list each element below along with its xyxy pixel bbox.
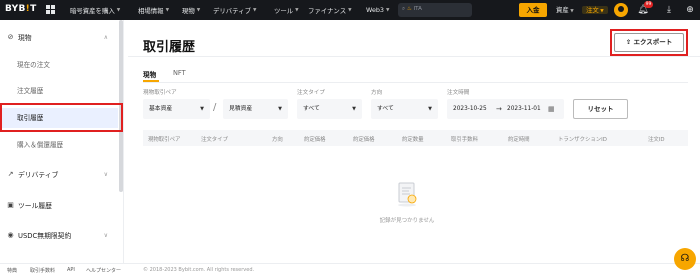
notification-badge: 99 bbox=[644, 1, 653, 8]
chevron-up-icon: ∧ bbox=[103, 33, 108, 41]
sidebar-group-usdc-perpetual[interactable]: ◉ USDC無期限契約 ∨ bbox=[0, 225, 118, 245]
filter-label-order-time: 注文時間 bbox=[447, 90, 470, 96]
nav-markets[interactable]: 相場情報 ▼ bbox=[138, 0, 169, 20]
nav-tools[interactable]: ツール ▼ bbox=[274, 0, 299, 20]
tab-spot[interactable]: 現物 bbox=[143, 69, 156, 79]
footer-link-help[interactable]: ヘルプセンター bbox=[86, 267, 121, 274]
order-type-select[interactable]: すべて ▼ bbox=[297, 99, 362, 119]
calendar-icon[interactable]: ▦ bbox=[548, 99, 555, 119]
quote-asset-select[interactable]: 見積資産 ▼ bbox=[223, 99, 288, 119]
usdc-icon: ◉ bbox=[7, 231, 14, 239]
bybit-logo[interactable]: BYB!T bbox=[5, 4, 37, 14]
globe-icon[interactable]: ⊕ bbox=[684, 4, 696, 16]
column-header: 約定価格 bbox=[353, 137, 375, 143]
column-header: 方向 bbox=[272, 137, 283, 143]
filter-label-direction: 方向 bbox=[371, 90, 383, 96]
arrow-right-icon: → bbox=[496, 105, 502, 113]
highlight-box bbox=[610, 29, 688, 56]
filter-label-pair: 現物取引ペア bbox=[143, 90, 177, 96]
nav-spot[interactable]: 現物 ▼ bbox=[182, 0, 200, 20]
page-title: 取引履歴 bbox=[143, 40, 196, 55]
search-input[interactable]: ⌕ ♨ ITA bbox=[398, 3, 472, 17]
divider bbox=[143, 82, 688, 83]
column-header: 現物取引ペア bbox=[148, 137, 181, 143]
footer-link-api[interactable]: API bbox=[67, 267, 75, 273]
nav-orders[interactable]: 注文 ▼ bbox=[582, 3, 608, 17]
fire-icon: ♨ bbox=[406, 6, 412, 12]
footer-link-fees[interactable]: 取引手数料 bbox=[30, 267, 55, 274]
copyright: © 2018-2023 Bybit.com. All rights reserv… bbox=[143, 267, 255, 273]
caret-down-icon: ▼ bbox=[428, 106, 432, 112]
reset-button[interactable]: リセット bbox=[573, 99, 628, 119]
footer: 特典 取引手数料 API ヘルプセンター © 2018-2023 Bybit.c… bbox=[0, 263, 700, 276]
search-icon: ⌕ bbox=[402, 6, 406, 12]
sidebar-group-spot[interactable]: ⊘ 現物 ∧ bbox=[0, 27, 118, 47]
divider bbox=[128, 56, 700, 57]
grid-icon[interactable] bbox=[46, 5, 55, 14]
spot-icon: ⊘ bbox=[7, 33, 14, 41]
sidebar-group-tools[interactable]: ▣ ツール履歴 bbox=[0, 195, 118, 215]
nav-assets[interactable]: 資産 ▼ bbox=[556, 3, 574, 17]
column-header: トランザクションID bbox=[558, 137, 607, 143]
sidebar-item-open-orders[interactable]: 現在の注文 bbox=[0, 55, 118, 75]
column-header: 約定価格 bbox=[304, 137, 326, 143]
avatar[interactable] bbox=[614, 3, 628, 17]
caret-down-icon: ▼ bbox=[278, 106, 282, 112]
empty-document-icon bbox=[398, 182, 417, 207]
date-range-picker[interactable]: 2023-10-25 bbox=[447, 99, 564, 119]
caret-down-icon: ▼ bbox=[352, 106, 356, 112]
nav-web3[interactable]: Web3 ▼ bbox=[366, 0, 389, 20]
column-header: 取引手数料 bbox=[451, 137, 478, 143]
column-header: 注文タイプ bbox=[201, 137, 228, 143]
column-header: 約定時間 bbox=[508, 137, 530, 143]
top-navigation-bar: BYB!T 暗号資産を購入 ▼ 相場情報 ▼ 現物 ▼ デリバティブ ▼ ツール ▼ ファ… bbox=[0, 0, 700, 20]
pair-separator: / bbox=[213, 102, 217, 113]
column-header: 約定数量 bbox=[402, 137, 424, 143]
sidebar-group-derivatives[interactable]: ↗ デリバティブ ∨ bbox=[0, 164, 118, 184]
tab-nft[interactable]: NFT bbox=[173, 69, 186, 77]
download-icon[interactable]: ⤓ bbox=[663, 4, 675, 16]
support-chat-icon[interactable]: ☊ bbox=[674, 248, 696, 270]
empty-state-text: 記録が見つかりません bbox=[379, 218, 435, 224]
nav-buy-crypto[interactable]: 暗号資産を購入 ▼ bbox=[70, 0, 120, 20]
chevron-down-icon: ∨ bbox=[103, 231, 108, 239]
tool-icon: ▣ bbox=[7, 201, 14, 209]
base-asset-select[interactable]: 基本資産 ▼ bbox=[143, 99, 210, 119]
footer-link-rewards[interactable]: 特典 bbox=[7, 267, 17, 274]
date-to[interactable]: 2023-11-01 bbox=[507, 99, 541, 119]
highlight-box bbox=[0, 103, 123, 132]
nav-finance[interactable]: ファイナンス ▼ bbox=[308, 0, 352, 20]
direction-select[interactable]: すべて ▼ bbox=[371, 99, 438, 119]
derivatives-icon: ↗ bbox=[7, 170, 14, 178]
chevron-down-icon: ∨ bbox=[103, 170, 108, 178]
nav-derivatives[interactable]: デリバティブ ▼ bbox=[213, 0, 256, 20]
sidebar-item-purchase-redemption[interactable]: 購入＆償還履歴 bbox=[0, 135, 118, 155]
filter-label-order-type: 注文タイプ bbox=[297, 90, 325, 96]
column-header: 注文ID bbox=[648, 137, 665, 143]
caret-down-icon: ▼ bbox=[200, 106, 204, 112]
deposit-button[interactable]: 入金 bbox=[519, 3, 547, 17]
sidebar-item-order-history[interactable]: 注文履歴 bbox=[0, 81, 118, 101]
